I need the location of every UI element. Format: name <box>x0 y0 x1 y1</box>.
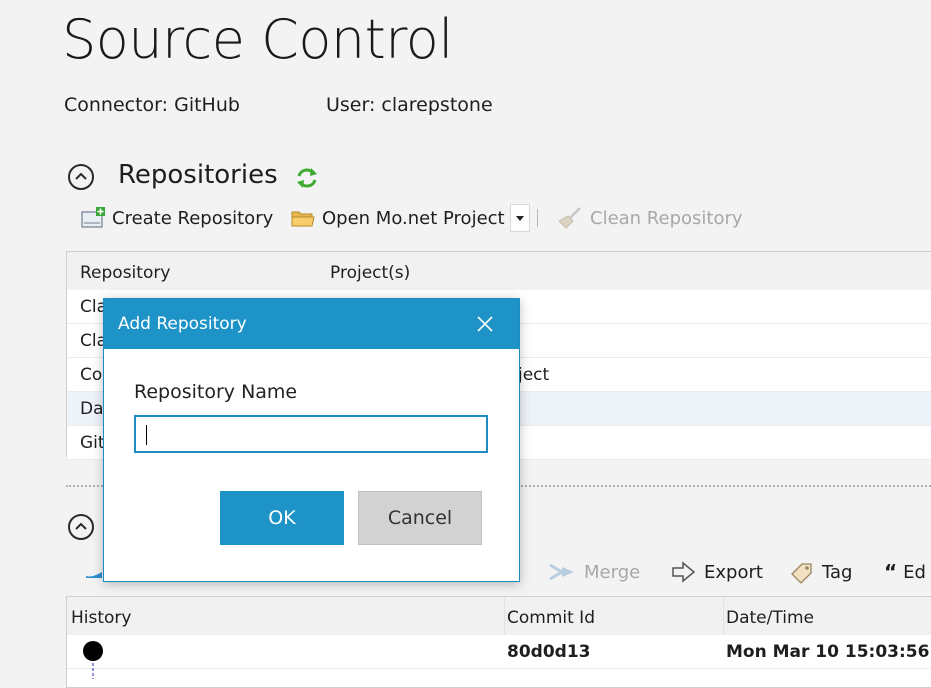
ok-button[interactable]: OK <box>220 491 344 545</box>
close-icon[interactable] <box>475 314 495 334</box>
repository-cell: Da <box>80 399 104 419</box>
tag-button[interactable]: Tag <box>788 559 852 585</box>
chevron-up-icon <box>75 172 87 180</box>
open-project-button[interactable]: Open Mo.net Project <box>290 205 505 231</box>
refresh-icon[interactable] <box>294 166 320 190</box>
merge-button[interactable]: Merge <box>548 559 640 585</box>
repository-cell: Git <box>80 433 105 453</box>
history-grid: History Commit Id Date/Time 80d0d13 Mon … <box>66 596 931 688</box>
toolbar-divider <box>537 209 538 227</box>
create-repository-label: Create Repository <box>112 207 274 229</box>
column-header-repository[interactable]: Repository <box>80 263 170 283</box>
clean-repository-label: Clean Repository <box>590 207 743 229</box>
column-header-datetime[interactable]: Date/Time <box>726 608 814 628</box>
quote-icon: “ <box>884 560 898 584</box>
dialog-title: Add Repository <box>118 314 247 334</box>
column-header-commit-id[interactable]: Commit Id <box>507 608 595 628</box>
chevron-up-icon <box>75 522 87 530</box>
dropdown-arrow-icon <box>516 216 524 221</box>
broom-icon <box>558 207 581 229</box>
folder-icon <box>291 211 315 227</box>
merge-label: Merge <box>584 561 641 583</box>
cancel-button[interactable]: Cancel <box>358 491 482 545</box>
repository-name-input[interactable] <box>134 415 488 453</box>
column-header-history[interactable]: History <box>71 608 131 628</box>
dialog-titlebar[interactable]: Add Repository <box>104 299 519 349</box>
create-repository-button[interactable]: Create Repository <box>80 205 273 231</box>
connector-label: Connector: GitHub <box>64 94 240 116</box>
add-repository-dialog: Add Repository Repository Name OK Cancel <box>103 298 520 582</box>
collapse-repositories-button[interactable] <box>68 164 94 190</box>
export-label: Export <box>704 561 763 583</box>
tag-label: Tag <box>822 561 853 583</box>
column-header-projects[interactable]: Project(s) <box>330 263 410 283</box>
page-title: Source Control <box>62 8 453 71</box>
datetime-cell: Mon Mar 10 15:03:56 20 <box>726 642 931 662</box>
clean-repository-button[interactable]: Clean Repository <box>556 205 743 231</box>
history-tool-icon[interactable] <box>84 562 104 580</box>
export-button[interactable]: Export <box>670 559 763 585</box>
repositories-grid-header: Repository Project(s) <box>67 252 931 291</box>
column-divider <box>723 597 724 635</box>
edit-message-label: Ed <box>903 561 926 583</box>
user-label: User: clarepstone <box>326 94 493 116</box>
repository-cell: Co <box>80 365 103 385</box>
column-divider <box>504 597 505 635</box>
collapse-history-button[interactable] <box>68 514 94 540</box>
project-cell: ject <box>518 365 550 385</box>
commit-id-cell: 80d0d13 <box>507 642 591 662</box>
history-grid-header: History Commit Id Date/Time <box>67 597 931 636</box>
repositories-title: Repositories <box>118 160 278 190</box>
export-icon <box>672 561 696 583</box>
merge-icon <box>549 563 574 581</box>
tag-icon <box>791 563 812 584</box>
repository-name-label: Repository Name <box>134 381 298 403</box>
text-caret <box>146 425 147 445</box>
open-project-dropdown[interactable] <box>510 204 530 232</box>
edit-message-button[interactable]: “ Ed <box>884 559 926 585</box>
create-repository-icon <box>81 207 105 228</box>
table-row[interactable]: 80d0d13 Mon Mar 10 15:03:56 20 <box>67 635 931 679</box>
open-project-label: Open Mo.net Project <box>322 207 505 229</box>
commit-node-icon <box>83 641 103 679</box>
